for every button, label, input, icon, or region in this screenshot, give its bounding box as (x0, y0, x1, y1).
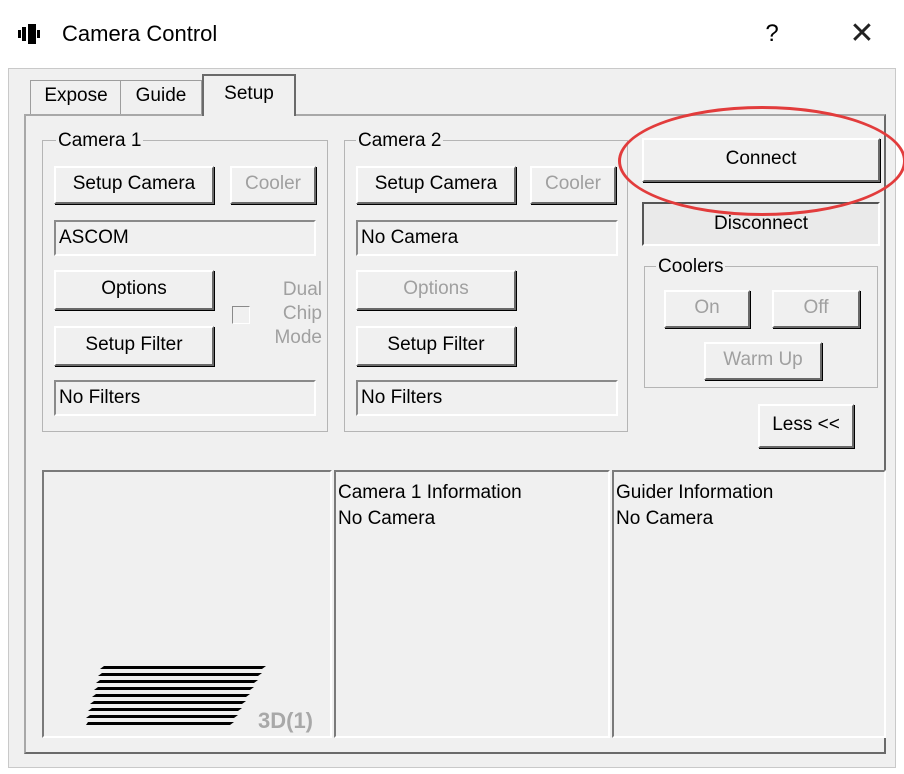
camera1-camera-field: ASCOM (54, 220, 316, 256)
app-icon (18, 24, 40, 44)
camera2-camera-field: No Camera (356, 220, 618, 256)
camera1-group-title: Camera 1 (56, 130, 144, 152)
camera2-filter-field: No Filters (356, 380, 618, 416)
camera1-info-status: No Camera (338, 508, 436, 529)
cooler-on-button[interactable]: On (664, 290, 750, 328)
window-title: Camera Control (62, 21, 218, 46)
dual-chip-mode-label: Dual Chip Mode (274, 279, 322, 348)
cooler-warm-up-button[interactable]: Warm Up (704, 342, 822, 380)
tab-setup[interactable]: Setup (202, 74, 296, 116)
camera1-filter-field: No Filters (54, 380, 316, 416)
guider-info-heading: Guider Information (616, 482, 774, 503)
camera1-info-panel: Camera 1 Information No Camera (334, 470, 610, 738)
camera1-setup-filter-button[interactable]: Setup Filter (54, 326, 214, 366)
dual-chip-mode-checkbox[interactable] (232, 306, 250, 324)
less-button[interactable]: Less << (758, 404, 854, 448)
camera1-info-heading: Camera 1 Information (338, 482, 522, 503)
camera2-options-button[interactable]: Options (356, 270, 516, 310)
guider-info-panel: Guider Information No Camera (612, 470, 886, 738)
camera2-setup-filter-button[interactable]: Setup Filter (356, 326, 516, 366)
camera2-group-title: Camera 2 (356, 130, 444, 152)
camera1-setup-camera-button[interactable]: Setup Camera (54, 166, 214, 204)
filter-stack-3d-icon (86, 666, 266, 725)
tab-expose[interactable]: Expose (30, 80, 122, 114)
guider-info-status: No Camera (616, 508, 714, 529)
close-button[interactable]: ✕ (840, 14, 884, 54)
camera2-setup-camera-button[interactable]: Setup Camera (356, 166, 516, 204)
help-button[interactable]: ? (752, 16, 792, 52)
view3d-label: 3D(1) (258, 708, 314, 733)
camera1-cooler-button[interactable]: Cooler (230, 166, 316, 204)
tab-guide[interactable]: Guide (120, 80, 202, 114)
cooler-off-button[interactable]: Off (772, 290, 860, 328)
camera1-options-button[interactable]: Options (54, 270, 214, 310)
annotation-highlight-ellipse (618, 106, 904, 216)
coolers-group-title: Coolers (656, 256, 726, 278)
camera2-cooler-button[interactable]: Cooler (530, 166, 616, 204)
